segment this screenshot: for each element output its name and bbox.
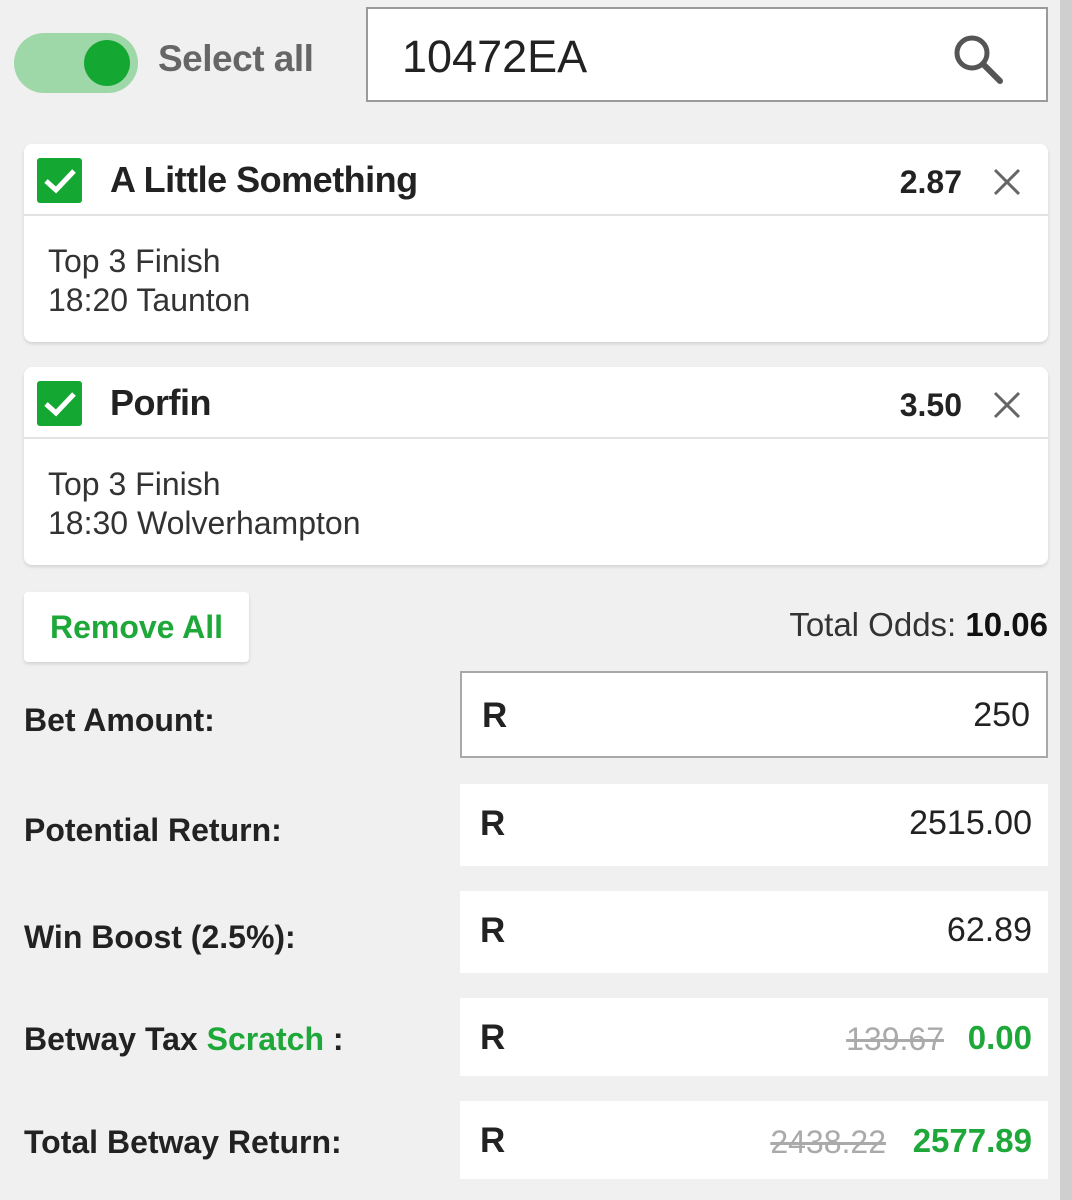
win-boost-label: Win Boost (2.5%):	[24, 919, 296, 955]
bet-amount-input[interactable]: R 250	[460, 671, 1048, 758]
scrollbar[interactable]	[1060, 0, 1072, 1200]
selection-odds: 3.50	[899, 387, 962, 423]
selection-market: Top 3 Finish	[48, 466, 221, 502]
total-return-old-value: 2438.22	[770, 1124, 886, 1160]
selection-name: Porfin	[110, 382, 212, 423]
win-boost-field: R 62.89	[460, 891, 1048, 973]
currency-symbol: R	[480, 1121, 506, 1160]
tax-new-value: 0.00	[967, 1019, 1032, 1056]
scratch-link[interactable]: Scratch	[207, 1021, 324, 1057]
remove-all-button[interactable]: Remove All	[24, 592, 249, 662]
check-icon	[44, 169, 76, 194]
currency-symbol: R	[482, 696, 508, 735]
selection-details: Top 3 Finish 18:30 Wolverhampton	[24, 439, 1048, 543]
select-all-label: Select all	[158, 38, 314, 79]
potential-return-value: 2515.00	[909, 804, 1032, 842]
tax-label-prefix: Betway Tax	[24, 1021, 198, 1057]
search-input[interactable]: 10472EA	[366, 7, 1048, 102]
total-odds: Total Odds: 10.06	[789, 606, 1048, 644]
selection-header: Porfin 3.50	[24, 367, 1048, 439]
selection-details: Top 3 Finish 18:20 Taunton	[24, 216, 1048, 320]
total-return-new-value: 2577.89	[912, 1122, 1032, 1159]
potential-return-label: Potential Return:	[24, 812, 282, 848]
tax-old-value: 139.67	[846, 1021, 944, 1057]
selection-event: 18:30 Wolverhampton	[48, 505, 361, 541]
total-return-field: R 2438.22 2577.89	[460, 1101, 1048, 1179]
total-return-label: Total Betway Return:	[24, 1124, 342, 1160]
selection-name: A Little Something	[110, 159, 418, 200]
close-icon[interactable]	[992, 390, 1022, 420]
tax-label-suffix: :	[332, 1021, 344, 1057]
select-all-toggle[interactable]	[14, 33, 138, 93]
total-odds-label: Total Odds:	[789, 606, 957, 643]
selection-odds: 2.87	[899, 164, 962, 200]
currency-symbol: R	[480, 911, 506, 950]
currency-symbol: R	[480, 804, 506, 843]
selection-market: Top 3 Finish	[48, 243, 221, 279]
close-icon[interactable]	[992, 167, 1022, 197]
win-boost-value: 62.89	[946, 911, 1032, 949]
check-icon	[44, 392, 76, 417]
selection-checkbox[interactable]	[37, 381, 82, 426]
currency-symbol: R	[480, 1018, 506, 1057]
betway-tax-field: R 139.67 0.00	[460, 998, 1048, 1076]
bet-amount-label: Bet Amount:	[24, 702, 215, 738]
search-value: 10472EA	[402, 31, 588, 82]
selection-checkbox[interactable]	[37, 158, 82, 203]
selection-header: A Little Something 2.87	[24, 144, 1048, 216]
potential-return-field: R 2515.00	[460, 784, 1048, 866]
total-odds-value: 10.06	[965, 606, 1048, 643]
betway-tax-label: Betway Tax Scratch :	[24, 1021, 344, 1058]
selection-event: 18:20 Taunton	[48, 282, 251, 318]
selection-card: Porfin 3.50 Top 3 Finish 18:30 Wolverham…	[24, 367, 1048, 565]
bet-amount-value: 250	[973, 696, 1030, 734]
toggle-knob	[84, 40, 130, 86]
search-icon[interactable]	[950, 31, 1006, 87]
selection-card: A Little Something 2.87 Top 3 Finish 18:…	[24, 144, 1048, 342]
